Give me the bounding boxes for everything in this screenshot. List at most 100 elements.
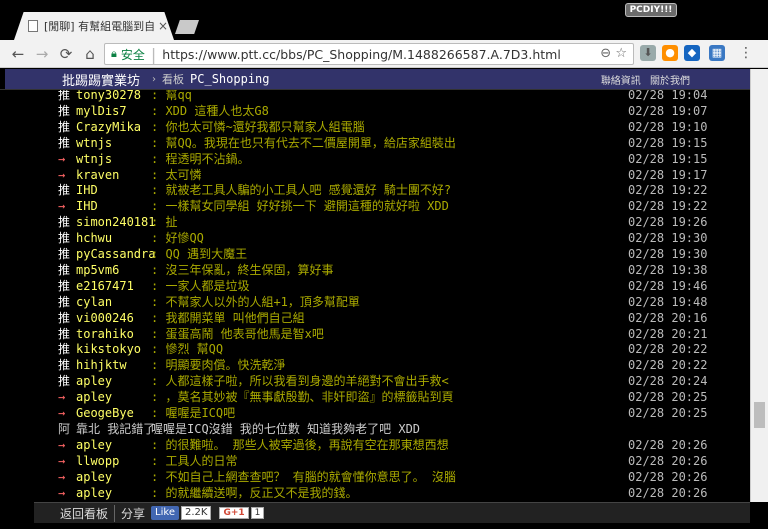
back-icon[interactable]: ← — [6, 45, 30, 63]
tab-strip: [閒聊] 有幫組電腦到自己 × PCDIY!!! — [0, 0, 768, 40]
comment-row: → apley: ，莫名其妙被『無事獻殷勤、非奸即盜』的標籤貼到頁 02/28 20… — [58, 389, 748, 405]
comment-message: : 慘烈 幫QQ — [151, 342, 224, 357]
comment-user[interactable]: apley — [76, 437, 112, 453]
comment-user[interactable]: GeogeBye — [76, 405, 134, 421]
comment-user[interactable]: apley — [76, 485, 112, 501]
comment-user[interactable]: apley — [76, 389, 112, 405]
bookmark-star-icon[interactable]: ☆ — [615, 46, 627, 61]
comment-user[interactable]: pyCassandra — [76, 246, 155, 262]
scroll-thumb[interactable] — [754, 402, 765, 428]
download-icon[interactable]: ⬇ — [640, 45, 656, 61]
comment-user[interactable]: 靠北 我記錯了 — [76, 421, 155, 437]
profile-badge[interactable]: PCDIY!!! — [625, 3, 677, 17]
comment-tag: 推 — [58, 358, 71, 373]
comment-time: 02/28 19:10 — [628, 119, 708, 134]
comment-message: : 人都這樣子啦，所以我看到身邊的羊絕對不會出手救< — [151, 374, 449, 389]
extension-icon[interactable]: ▦ — [709, 45, 725, 61]
comment-message: : ，莫名其妙被『無事獻殷勤、非奸即盜』的標籤貼到頁 — [151, 390, 454, 405]
comment-tag: 推 — [58, 103, 71, 118]
comment-tag: 推 — [58, 231, 71, 246]
comment-tag: 推 — [58, 294, 71, 309]
comment-user[interactable]: vi000246 — [76, 310, 134, 326]
comment-time: 02/28 20:25 — [628, 390, 708, 405]
comment-time: 02/28 19:48 — [628, 294, 708, 309]
comment-tag: → — [58, 151, 66, 166]
comment-message: : 我都開菜單 叫他們自己組 — [151, 310, 305, 325]
comment-time: 02/28 19:46 — [628, 278, 708, 293]
comment-tag: 推 — [58, 310, 71, 325]
comment-time: 02/28 19:38 — [628, 262, 708, 277]
footer-bar: 返回看板 分享 Like 2.2K G+1 1 — [34, 502, 750, 523]
comment-row: 推 mylDis7 : XDD 這種人也太G8 02/28 19:07 — [58, 103, 748, 119]
comment-message: : 不如自己上網查查吧？ 有腦的就會懂你意思了。 沒腦 — [151, 469, 456, 484]
back-to-board-link[interactable]: 返回看板 — [34, 504, 116, 522]
comment-tag: 推 — [58, 247, 71, 261]
comment-user[interactable]: CrazyMika — [76, 119, 141, 135]
menu-icon[interactable]: ⋮ — [738, 45, 754, 61]
comment-user[interactable]: hihjktw — [76, 357, 127, 373]
home-icon[interactable]: ⌂ — [78, 45, 102, 63]
comment-user[interactable]: kikstokyo — [76, 341, 141, 357]
comment-row: 推 tony30278: 幫qq 02/28 19:04 — [58, 90, 748, 103]
facebook-like-button[interactable]: Like — [151, 506, 179, 520]
comment-time: 02/28 19:07 — [628, 103, 708, 118]
scrollbar[interactable] — [750, 69, 768, 502]
comment-time: 02/28 20:26 — [628, 469, 708, 484]
comment-message: : 太可憐 — [151, 167, 202, 182]
comment-user[interactable]: apley — [76, 373, 112, 389]
site-logo[interactable]: 批踢踢實業坊 — [62, 70, 140, 89]
comment-user[interactable]: mp5vm6 — [76, 262, 119, 278]
new-tab-button[interactable] — [175, 20, 199, 34]
comment-user[interactable]: simon240181 — [76, 214, 155, 230]
comment-message: : 喔喔是ICQ吧 — [151, 406, 236, 420]
secure-label: 安全 — [120, 47, 145, 62]
board-link[interactable]: PC_Shopping — [190, 72, 269, 86]
google-plus-button[interactable]: G+1 — [219, 507, 249, 519]
comment-row: → apley: 的很難啦。 那些人被宰過後，再說有空在那東想西想 02/28 20… — [58, 437, 748, 453]
extension-icon[interactable]: ● — [662, 45, 678, 61]
comment-row: 推 apley: 人都這樣子啦，所以我看到身邊的羊絕對不會出手救< 02/28 20… — [58, 373, 748, 389]
comment-user[interactable]: tony30278 — [76, 90, 141, 103]
reload-icon[interactable]: ⟳ — [54, 45, 78, 63]
comment-user[interactable]: apley — [76, 469, 112, 485]
comment-user[interactable]: wtnjs — [76, 151, 112, 167]
forward-icon[interactable]: → — [30, 45, 54, 63]
url-text[interactable]: https://www.ptt.cc/bbs/PC_Shopping/M.148… — [162, 47, 561, 62]
comment-user[interactable]: IHD — [76, 182, 98, 198]
comment-time: 02/28 20:25 — [628, 406, 708, 420]
comment-time: 02/28 19:22 — [628, 199, 708, 214]
comment-user[interactable]: IHD — [76, 198, 98, 214]
comment-time: 02/28 20:26 — [628, 437, 708, 452]
comment-message: : 幫QQ。我現在也只有代去不二價屋開單，給店家組裝出 — [151, 135, 456, 150]
comment-tag: → — [58, 167, 66, 182]
share-label: 分享 — [121, 506, 146, 521]
comment-user[interactable]: mylDis7 — [76, 103, 127, 119]
comment-message: : 程透明不沾鍋。 — [151, 151, 250, 166]
comment-user[interactable]: torahiko — [76, 326, 134, 342]
contact-link[interactable]: 聯絡資訊 — [601, 76, 641, 87]
comment-row: → llwopp: 工具人的日常 02/28 20:26 — [58, 453, 748, 469]
comment-time: 02/28 19:17 — [628, 167, 708, 182]
comment-time: 02/28 20:16 — [628, 310, 708, 325]
comment-user[interactable]: kraven — [76, 167, 119, 183]
document-icon — [28, 20, 38, 32]
comment-time: 02/28 19:26 — [628, 215, 708, 230]
comment-message: : 的就繼續送啊，反正又不是我的錢。 — [151, 485, 358, 500]
comment-time: 02/28 20:22 — [628, 358, 708, 373]
comment-user[interactable]: cylan — [76, 294, 112, 310]
comment-message: : XDD 這種人也太G8 — [151, 103, 269, 118]
comment-user[interactable]: wtnjs — [76, 135, 112, 151]
comment-time: 02/28 19:30 — [628, 231, 708, 246]
comment-user[interactable]: hchwu — [76, 230, 112, 246]
comment-message: 喔喔是ICQ沒錯 我的七位數 知道我夠老了吧 XDD — [151, 421, 421, 436]
comment-user[interactable]: e2167471 — [76, 278, 134, 294]
zoom-icon[interactable]: ⊖ — [600, 46, 611, 61]
comment-row: → apley: 不如自己上網查查吧？ 有腦的就會懂你意思了。 沒腦 02/28 2… — [58, 469, 748, 485]
comment-user[interactable]: llwopp — [76, 453, 119, 469]
comment-tag: 推 — [58, 90, 71, 102]
address-bar[interactable]: 🔒︎ 安全 | https://www.ptt.cc/bbs/PC_Shoppi… — [104, 43, 634, 65]
extension-icon[interactable]: ◆ — [684, 45, 700, 61]
browser-tab[interactable]: [閒聊] 有幫組電腦到自己 × — [14, 12, 174, 40]
tab-close-button[interactable]: × — [158, 19, 168, 33]
about-link[interactable]: 關於我們 — [650, 76, 690, 87]
